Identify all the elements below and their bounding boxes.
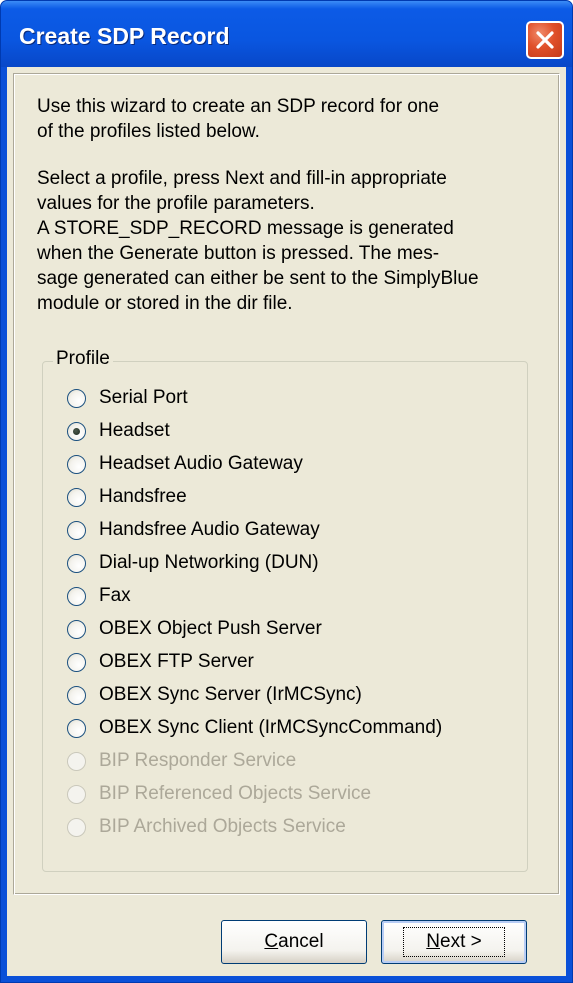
close-button[interactable]	[526, 21, 564, 59]
profile-option-label: Headset	[99, 420, 170, 441]
radio-button-icon[interactable]	[67, 586, 86, 606]
profile-option-label: Dial-up Networking (DUN)	[99, 552, 319, 573]
profile-groupbox: Profile Serial Port Headset Headset Audio …	[42, 348, 528, 872]
profile-option-label: Fax	[99, 585, 131, 606]
radio-button-icon[interactable]	[67, 652, 86, 672]
intro-line: Use this wizard to create an SDP record …	[37, 96, 440, 117]
profile-option-label: BIP Referenced Objects Service	[99, 783, 372, 804]
dialog-window: Create SDP Record Use this wizard to cre…	[0, 0, 573, 983]
profile-option-label: Serial Port	[99, 387, 188, 408]
profile-option-label: OBEX FTP Server	[99, 651, 254, 672]
radio-button-icon[interactable]	[67, 619, 86, 639]
next-button[interactable]: Next >	[381, 920, 527, 964]
profile-option-label: OBEX Object Push Server	[99, 618, 322, 639]
profile-option[interactable]: Serial Port	[67, 384, 188, 412]
profile-option[interactable]: Headset	[67, 417, 170, 445]
profile-option[interactable]: OBEX Sync Client (IrMCSyncCommand)	[67, 714, 442, 742]
intro-line: of the profiles listed below.	[37, 121, 260, 142]
radio-button-icon[interactable]	[67, 487, 86, 507]
radio-button-icon	[67, 817, 86, 837]
profile-option[interactable]: OBEX Sync Server (IrMCSync)	[67, 681, 362, 709]
radio-button-icon[interactable]	[67, 553, 86, 573]
profile-option: BIP Referenced Objects Service	[67, 780, 371, 808]
profile-option[interactable]: Fax	[67, 582, 131, 610]
instructions-line: sage generated can either be sent to the…	[37, 268, 479, 289]
instructions-line: when the Generate button is pressed. The…	[37, 243, 440, 264]
cancel-button[interactable]: Cancel	[221, 920, 367, 964]
instructions-line: module or stored in the dir file.	[37, 293, 293, 314]
instructions-line: Select a profile, press Next and fill-in…	[37, 168, 447, 189]
profile-option: BIP Archived Objects Service	[67, 813, 346, 841]
dialog-client-area: Use this wizard to create an SDP record …	[7, 67, 566, 976]
profile-option[interactable]: Dial-up Networking (DUN)	[67, 549, 319, 577]
close-icon	[536, 31, 554, 49]
next-button-label: Next >	[403, 927, 505, 957]
profile-option-label: BIP Archived Objects Service	[99, 816, 346, 837]
profile-option-label: Handsfree Audio Gateway	[99, 519, 320, 540]
radio-button-icon	[67, 784, 86, 804]
instructions-paragraph: Select a profile, press Next and fill-in…	[37, 166, 517, 316]
cancel-button-label: Cancel	[264, 931, 324, 952]
radio-button-icon[interactable]	[67, 718, 86, 738]
radio-button-icon[interactable]	[67, 454, 86, 474]
profile-option[interactable]: OBEX Object Push Server	[67, 615, 322, 643]
radio-button-icon	[67, 751, 86, 771]
instructions-line: values for the profile parameters.	[37, 193, 315, 214]
profile-option-label: Headset Audio Gateway	[99, 453, 303, 474]
profile-option-label: OBEX Sync Client (IrMCSyncCommand)	[99, 717, 443, 738]
intro-paragraph: Use this wizard to create an SDP record …	[37, 94, 517, 144]
radio-button-icon[interactable]	[67, 421, 86, 441]
radio-button-icon[interactable]	[67, 520, 86, 540]
profile-option[interactable]: OBEX FTP Server	[67, 648, 254, 676]
profile-option[interactable]: Handsfree Audio Gateway	[67, 516, 320, 544]
profile-option-label: OBEX Sync Server (IrMCSync)	[99, 684, 362, 705]
radio-button-icon[interactable]	[67, 685, 86, 705]
profile-option-label: BIP Responder Service	[99, 750, 297, 771]
profile-option: BIP Responder Service	[67, 747, 296, 775]
profile-option[interactable]: Headset Audio Gateway	[67, 450, 303, 478]
radio-button-icon[interactable]	[67, 388, 86, 408]
title-bar[interactable]: Create SDP Record	[1, 1, 572, 67]
wizard-description: Use this wizard to create an SDP record …	[37, 94, 517, 316]
radio-selected-dot	[73, 427, 80, 435]
profile-option[interactable]: Handsfree	[67, 483, 187, 511]
instructions-line: A STORE_SDP_RECORD message is generated	[37, 218, 454, 239]
profile-option-label: Handsfree	[99, 486, 187, 507]
window-title: Create SDP Record	[19, 23, 230, 49]
profile-group-label: Profile	[53, 348, 113, 370]
wizard-panel: Use this wizard to create an SDP record …	[13, 73, 560, 895]
